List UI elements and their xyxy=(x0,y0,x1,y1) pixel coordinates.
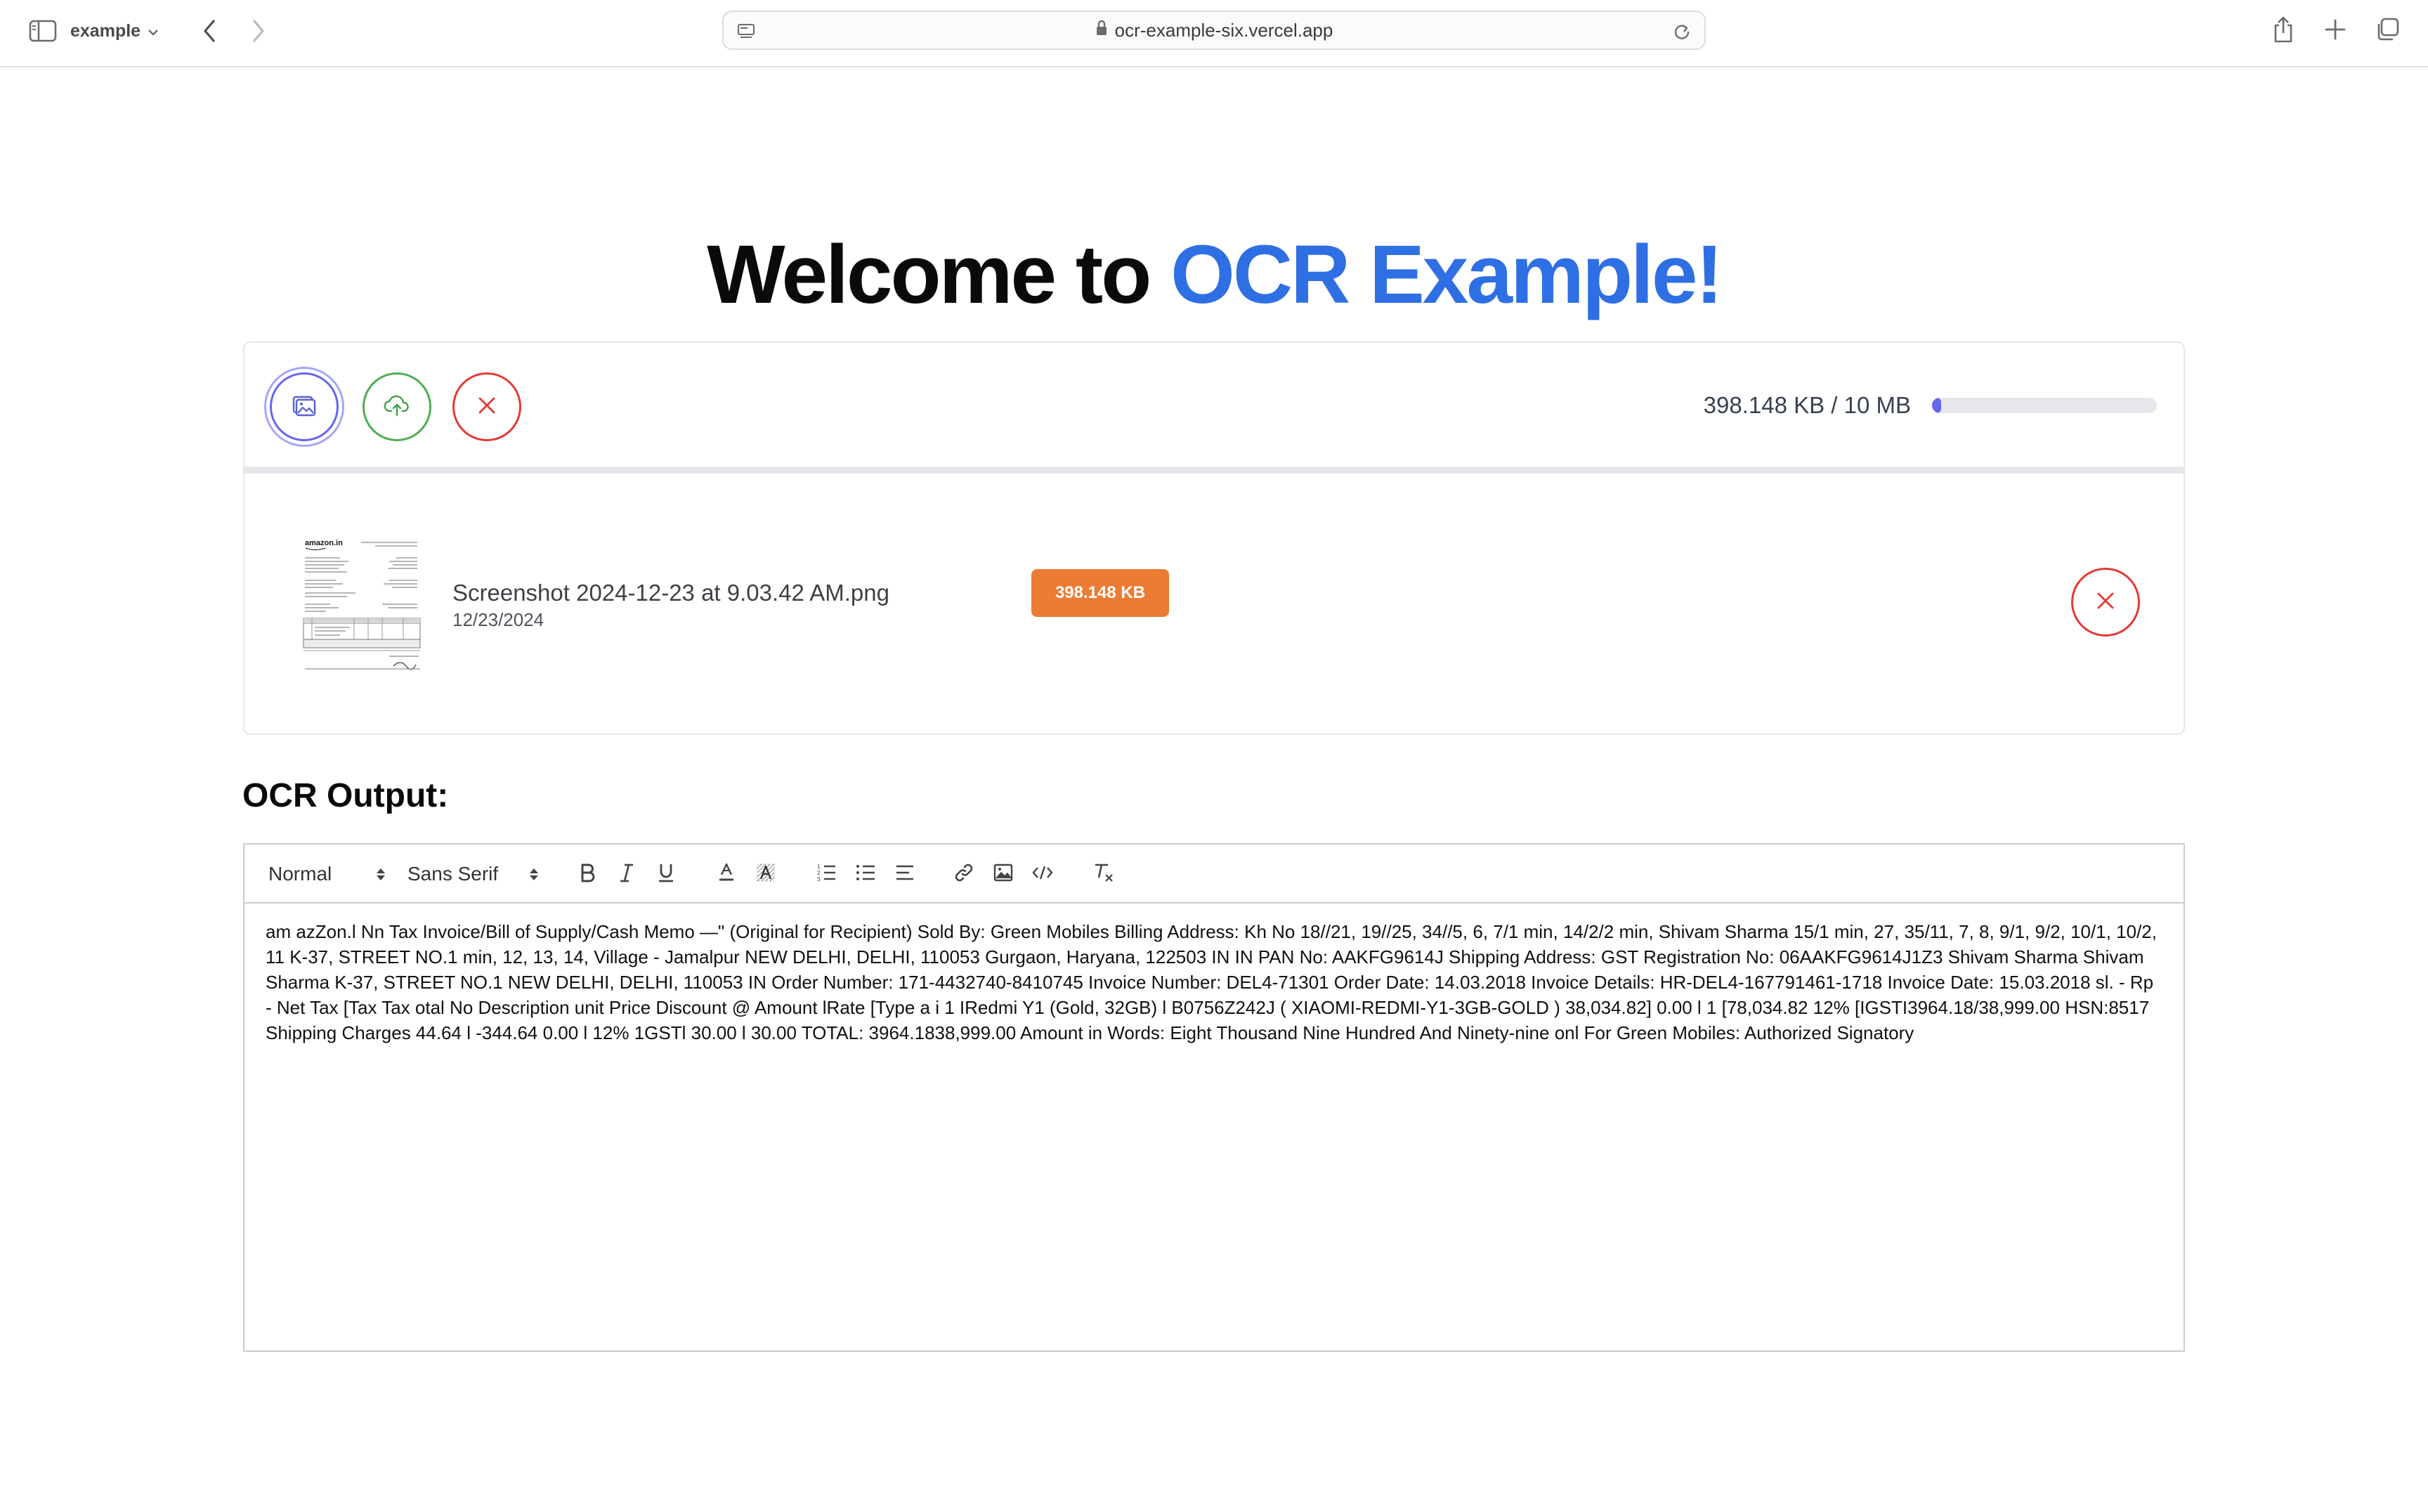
bullet-list-button[interactable] xyxy=(850,859,881,889)
underline-button[interactable] xyxy=(651,859,681,889)
url-display[interactable]: ocr-example-six.vercel.app xyxy=(724,12,1704,48)
font-family-value: Sans Serif xyxy=(407,863,499,885)
svg-text:3: 3 xyxy=(817,876,821,882)
italic-icon xyxy=(618,862,636,887)
divider xyxy=(244,467,2184,474)
file-list-item: amazon.in Screenshot 2024-12-23 at 9.03.… xyxy=(244,474,2184,734)
clear-format-button[interactable] xyxy=(1088,859,1118,889)
sidebar-icon[interactable] xyxy=(27,18,59,44)
code-block-button[interactable] xyxy=(1027,859,1058,889)
select-arrows-icon xyxy=(377,868,385,880)
upload-size-summary: 398.148 KB / 10 MB xyxy=(1703,392,1911,418)
link-button[interactable] xyxy=(948,859,979,889)
bullet-list-icon xyxy=(855,863,876,886)
page-title-accent: OCR Example! xyxy=(1170,228,1723,321)
rich-text-editor: Normal Sans Serif 123 am azZon.l Nn Tax … xyxy=(243,843,2185,1352)
cancel-all-button[interactable] xyxy=(452,372,521,441)
plus-icon[interactable] xyxy=(2320,14,2351,45)
add-image-button[interactable] xyxy=(270,372,339,441)
upload-size-progress xyxy=(1932,398,2157,413)
link-icon xyxy=(953,862,974,887)
chevron-right-icon[interactable] xyxy=(246,15,271,46)
svg-text:2: 2 xyxy=(817,870,821,876)
close-icon xyxy=(476,395,497,419)
remove-file-button[interactable] xyxy=(2071,568,2140,637)
select-arrows-icon xyxy=(530,868,538,880)
address-bar[interactable]: ocr-example-six.vercel.app xyxy=(722,11,1706,50)
reload-icon[interactable] xyxy=(1669,19,1695,44)
bold-button[interactable] xyxy=(572,859,603,889)
url-text: ocr-example-six.vercel.app xyxy=(1114,19,1333,41)
ocr-output-heading: OCR Output: xyxy=(242,777,449,814)
thumbnail-brand: amazon.in xyxy=(305,539,343,547)
image-icon xyxy=(993,863,1014,886)
share-icon[interactable] xyxy=(2268,13,2299,46)
chevron-down-icon xyxy=(148,21,159,41)
file-date: 12/23/2024 xyxy=(452,609,544,630)
uploader-header: 398.148 KB / 10 MB xyxy=(244,343,2184,467)
page-title-prefix: Welcome to xyxy=(707,228,1171,321)
text-color-button[interactable] xyxy=(711,859,742,889)
italic-button[interactable] xyxy=(611,859,642,889)
file-uploader: 398.148 KB / 10 MB amazon.in Screenshot … xyxy=(243,341,2185,735)
header-format-value: Normal xyxy=(268,863,332,885)
tabs-icon[interactable] xyxy=(2372,14,2403,45)
lock-icon xyxy=(1095,20,1108,41)
bold-icon xyxy=(578,862,596,887)
image-icon xyxy=(292,394,317,420)
text-color-icon xyxy=(717,862,736,887)
font-family-select[interactable]: Sans Serif xyxy=(407,860,538,888)
file-size-badge: 398.148 KB xyxy=(1031,569,1169,617)
page-title: Welcome to OCR Example! xyxy=(0,222,2428,327)
underline-icon xyxy=(656,862,676,887)
file-name: Screenshot 2024-12-23 at 9.03.42 AM.png xyxy=(452,580,889,606)
background-color-icon xyxy=(755,862,776,887)
insert-image-button[interactable] xyxy=(988,859,1019,889)
align-left-icon xyxy=(894,863,915,886)
upload-size-progress-fill xyxy=(1932,398,1941,413)
ordered-list-icon: 123 xyxy=(816,863,837,886)
code-icon xyxy=(1031,863,1054,886)
ocr-output-text[interactable]: am azZon.l Nn Tax Invoice/Bill of Supply… xyxy=(244,905,2184,1060)
file-thumbnail: amazon.in xyxy=(298,537,427,673)
close-icon xyxy=(2095,590,2116,615)
background-color-button[interactable] xyxy=(750,859,781,889)
align-button[interactable] xyxy=(889,859,920,889)
chevron-left-icon[interactable] xyxy=(197,15,222,46)
tab-group-label: example xyxy=(70,20,141,41)
ordered-list-button[interactable]: 123 xyxy=(811,859,842,889)
header-format-select[interactable]: Normal xyxy=(268,860,385,888)
upload-button[interactable] xyxy=(363,372,431,441)
tab-group-selector[interactable]: example xyxy=(70,17,159,45)
browser-toolbar: example ocr-example-six.vercel.app xyxy=(0,0,2428,67)
cloud-upload-icon xyxy=(384,394,410,420)
clear-format-icon xyxy=(1092,862,1114,887)
editor-toolbar: Normal Sans Serif 123 xyxy=(244,845,2184,904)
svg-text:1: 1 xyxy=(817,863,821,870)
